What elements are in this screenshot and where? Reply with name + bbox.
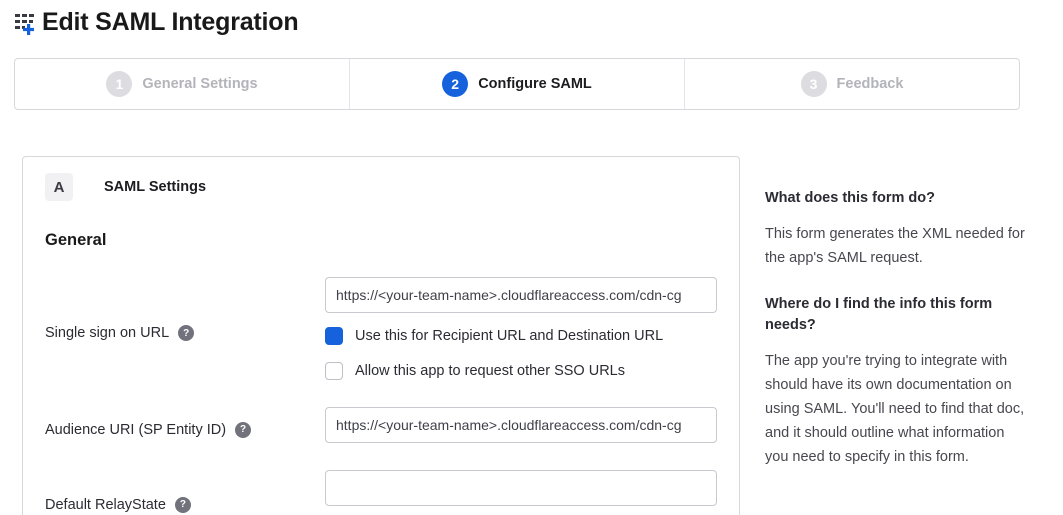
main-content: A SAML Settings General Single sign on U… [22, 156, 1063, 515]
other-sso-urls-checkbox-row: Allow this app to request other SSO URLs [325, 362, 717, 380]
wizard-stepper: 1 General Settings 2 Configure SAML 3 Fe… [14, 58, 1020, 110]
relay-state-label-col: Default RelayState ? [45, 470, 325, 515]
step-general-settings[interactable]: 1 General Settings [15, 59, 349, 109]
audience-uri-input[interactable] [325, 407, 717, 443]
relay-state-input[interactable] [325, 470, 717, 506]
step-label: Configure SAML [478, 76, 592, 92]
sso-url-label: Single sign on URL [45, 325, 169, 341]
audience-uri-label-col: Audience URI (SP Entity ID) ? [45, 407, 325, 443]
other-sso-urls-checkbox-label: Allow this app to request other SSO URLs [355, 363, 625, 379]
relay-state-label: Default RelayState [45, 497, 166, 513]
audience-uri-field-col [325, 407, 717, 443]
help-heading-where: Where do I find the info this form needs… [765, 294, 1027, 336]
recipient-url-checkbox-label: Use this for Recipient URL and Destinati… [355, 328, 663, 344]
section-title: SAML Settings [104, 179, 206, 195]
panel-header: A SAML Settings [45, 173, 715, 201]
sso-url-row: Single sign on URL ? Use this for Recipi… [45, 277, 715, 380]
step-number: 3 [801, 71, 827, 97]
general-group-title: General [45, 231, 715, 250]
step-label: General Settings [142, 76, 257, 92]
help-body-what: This form generates the XML needed for t… [765, 222, 1027, 270]
recipient-url-checkbox-row: Use this for Recipient URL and Destinati… [325, 327, 717, 345]
app-grid-add-icon [14, 10, 38, 36]
sso-url-field-col: Use this for Recipient URL and Destinati… [325, 277, 717, 380]
sso-url-help-icon[interactable]: ? [178, 325, 194, 341]
audience-uri-help-icon[interactable]: ? [235, 422, 251, 438]
sso-url-input[interactable] [325, 277, 717, 313]
page-header: Edit SAML Integration [0, 0, 1063, 37]
help-heading-what: What does this form do? [765, 188, 1027, 209]
step-configure-saml[interactable]: 2 Configure SAML [349, 59, 684, 109]
audience-uri-label: Audience URI (SP Entity ID) [45, 422, 226, 438]
help-sidebar: What does this form do? This form genera… [765, 156, 1027, 493]
page-title: Edit SAML Integration [42, 8, 298, 37]
step-label: Feedback [837, 76, 904, 92]
step-number: 1 [106, 71, 132, 97]
relay-state-help-icon[interactable]: ? [175, 497, 191, 513]
step-feedback[interactable]: 3 Feedback [684, 59, 1019, 109]
step-number: 2 [442, 71, 468, 97]
help-body-where: The app you're trying to integrate with … [765, 349, 1027, 469]
other-sso-urls-checkbox[interactable] [325, 362, 343, 380]
recipient-url-checkbox[interactable] [325, 327, 343, 345]
sso-url-label-col: Single sign on URL ? [45, 277, 325, 380]
relay-state-row: Default RelayState ? If no value is set,… [45, 470, 715, 515]
audience-uri-row: Audience URI (SP Entity ID) ? [45, 407, 715, 443]
section-a-badge: A [45, 173, 73, 201]
relay-state-field-col: If no value is set, a blank RelayState i… [325, 470, 717, 515]
saml-settings-panel: A SAML Settings General Single sign on U… [22, 156, 740, 515]
